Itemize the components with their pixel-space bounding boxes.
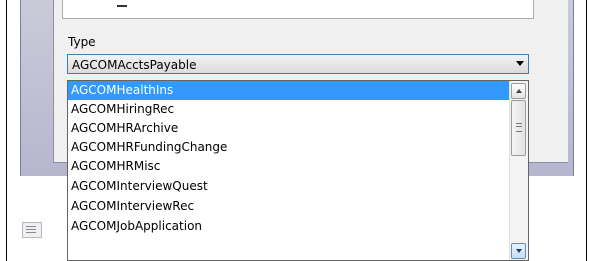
right-divider [586, 0, 587, 261]
type-combobox-value: AGCOMAcctsPayable [72, 58, 197, 72]
list-item[interactable]: AGCOMHRFundingChange [68, 138, 513, 157]
chevron-down-icon[interactable] [516, 61, 524, 66]
grip-icon [516, 123, 522, 132]
left-divider [6, 0, 7, 261]
type-combobox[interactable]: AGCOMAcctsPayable [67, 54, 529, 74]
vertical-scrollbar[interactable] [509, 81, 528, 260]
list-item[interactable]: AGCOMInterviewQuest [68, 177, 513, 196]
list-item[interactable]: AGCOMHealthIns [68, 81, 513, 100]
document-icon [22, 222, 42, 238]
type-label: Type [68, 35, 96, 49]
scroll-up-button[interactable] [511, 83, 526, 99]
scroll-down-button[interactable] [511, 243, 526, 259]
list-item[interactable]: AGCOMInterviewRec [68, 197, 513, 216]
list-item[interactable]: AGCOMHRMisc [68, 157, 513, 176]
scroll-thumb[interactable] [511, 100, 526, 156]
list-item[interactable]: AGCOMJobApplication [68, 217, 513, 236]
list-item[interactable]: AGCOMHiringRec [68, 100, 513, 119]
text-caret-mark [117, 2, 127, 7]
arrow-up-icon [516, 89, 522, 93]
type-dropdown-list[interactable]: AGCOMHealthIns AGCOMHiringRec AGCOMHRArc… [67, 80, 529, 261]
list-item[interactable]: AGCOMHRArchive [68, 119, 513, 138]
arrow-down-icon [516, 249, 522, 253]
description-textarea[interactable] [62, 0, 534, 19]
